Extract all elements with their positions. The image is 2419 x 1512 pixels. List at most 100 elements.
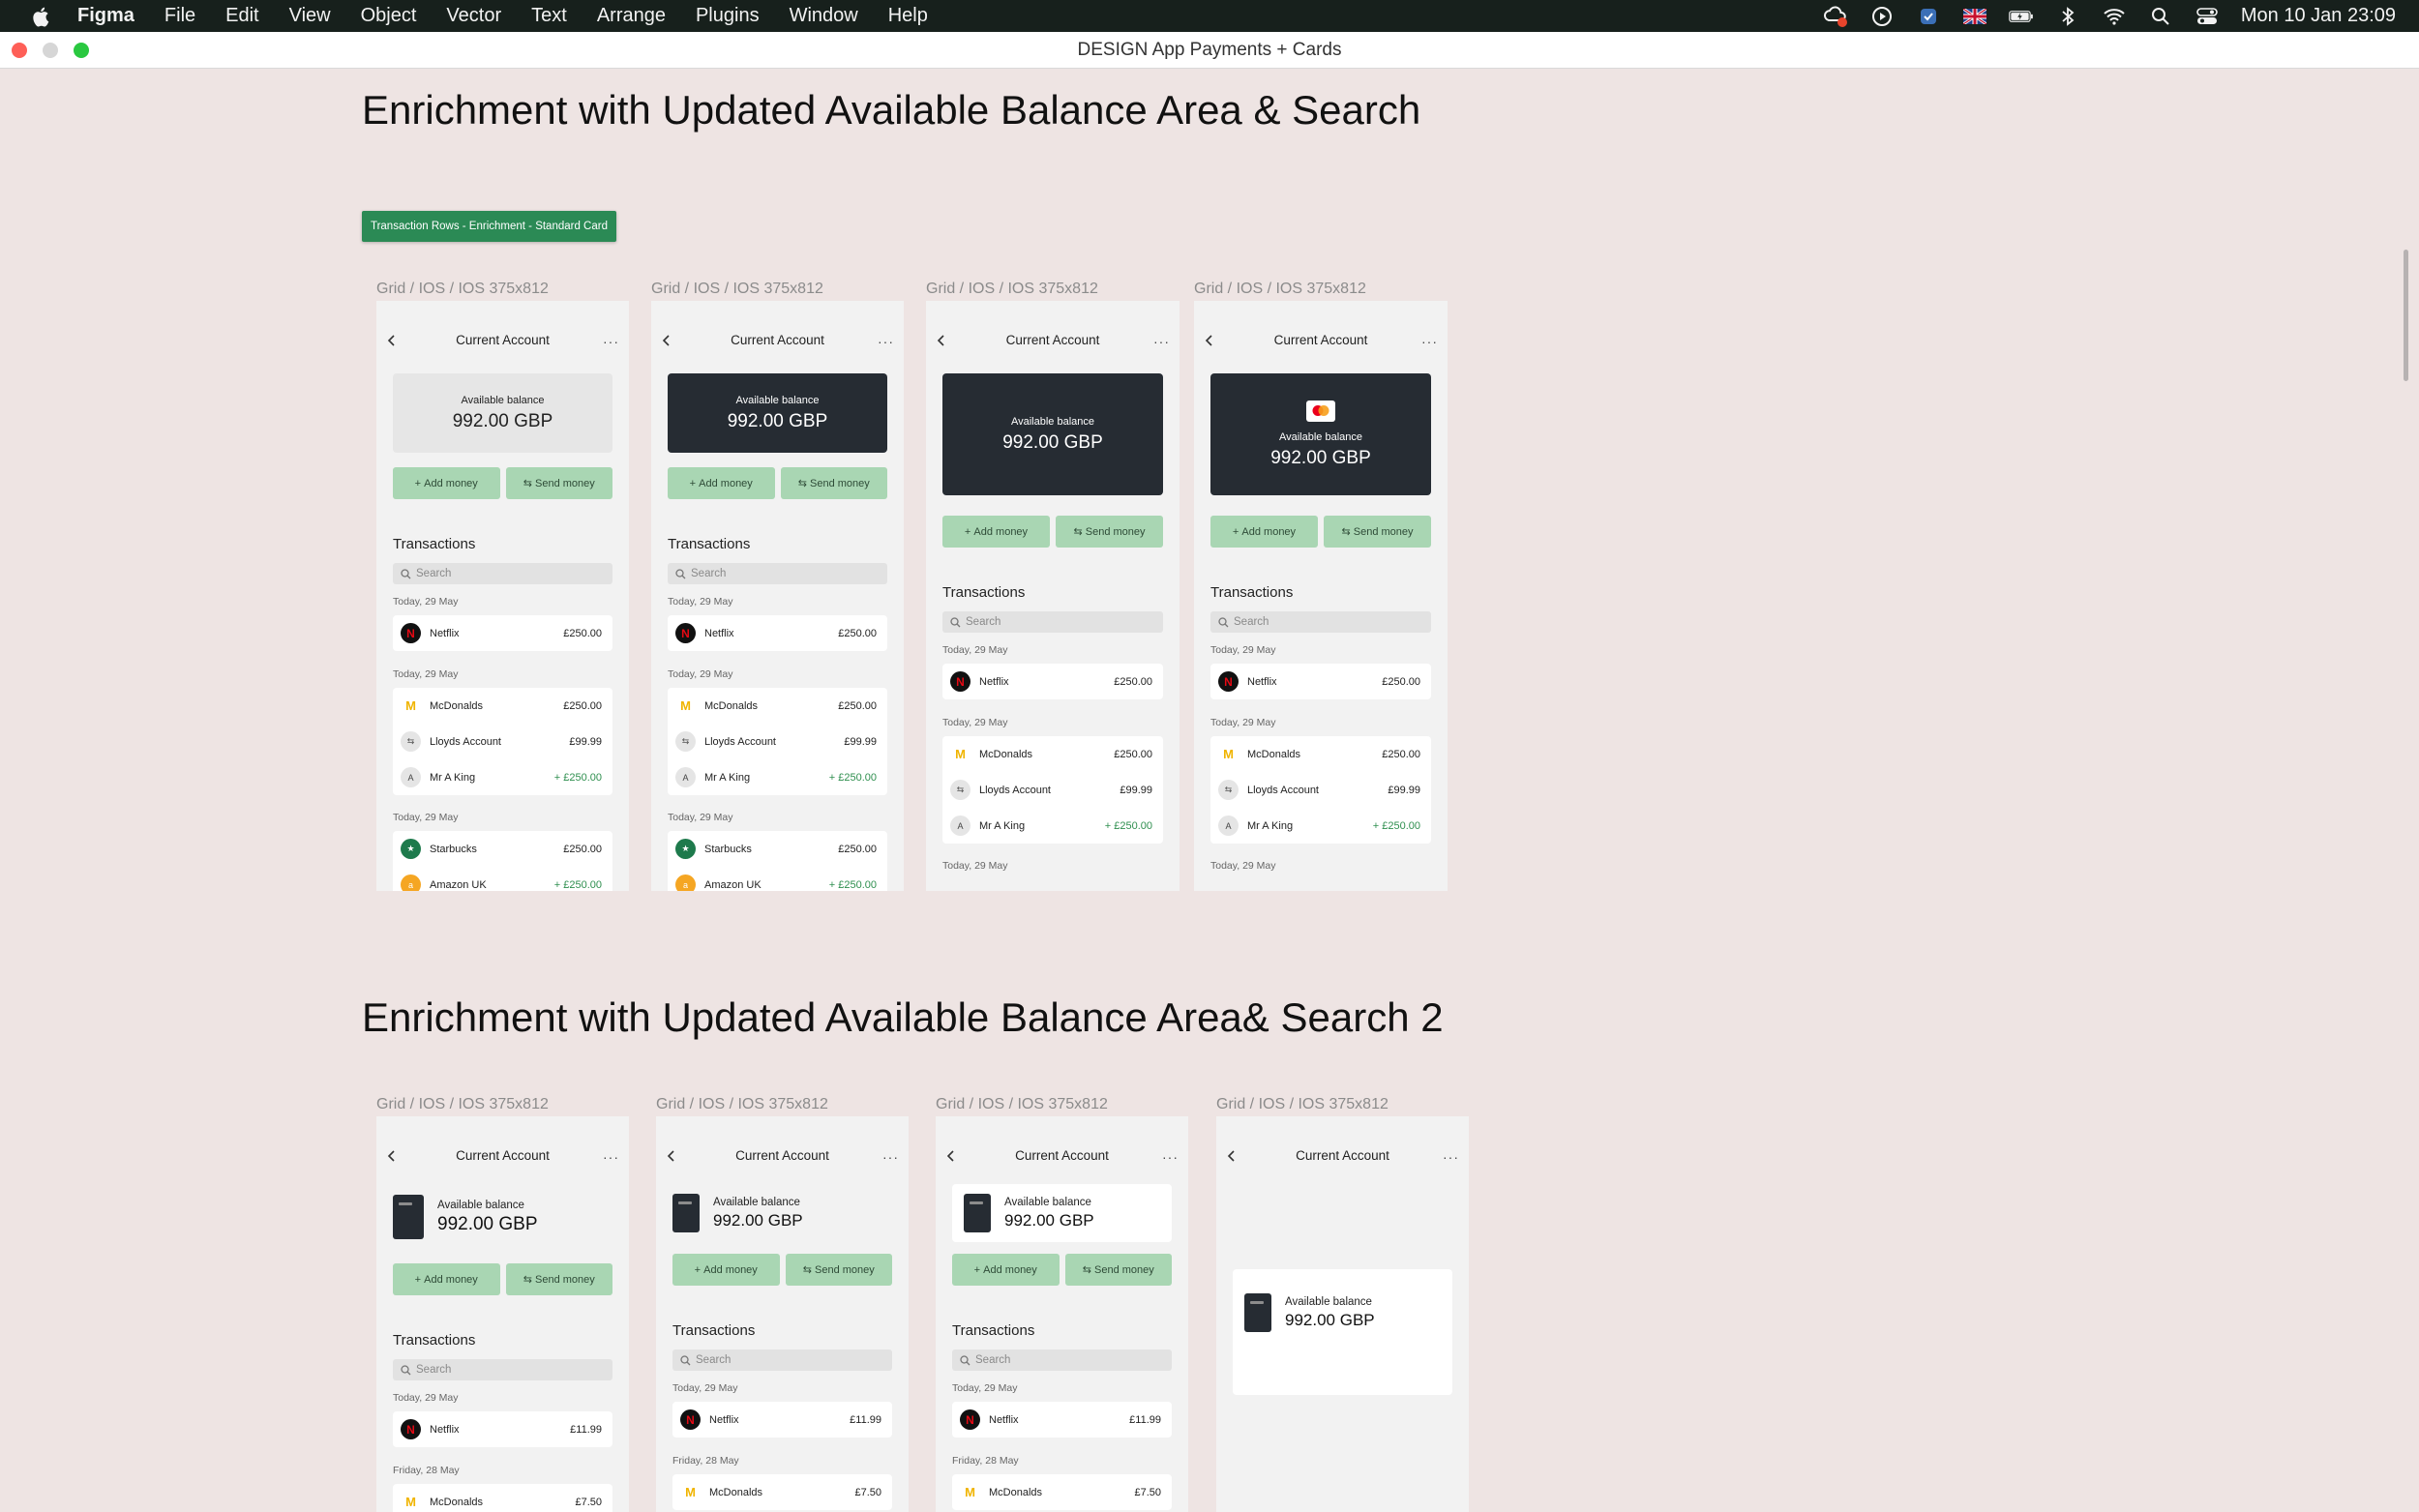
more-options-icon[interactable]: ··· <box>1153 334 1170 349</box>
search-input[interactable]: Search <box>393 563 612 584</box>
transaction-row[interactable]: N Netflix £250.00 <box>1210 664 1431 699</box>
menu-edit[interactable]: Edit <box>225 5 258 27</box>
search-input[interactable]: Search <box>1210 611 1431 633</box>
send-money-button[interactable]: ⇆ Send money <box>780 467 887 499</box>
transaction-row[interactable]: ⇆ Lloyds Account £99.99 <box>942 772 1163 808</box>
transaction-row[interactable]: M McDonalds £250.00 <box>942 736 1163 772</box>
battery-icon[interactable] <box>2009 6 2034 27</box>
search-input[interactable]: Search <box>668 563 887 584</box>
more-options-icon[interactable]: ··· <box>878 334 894 349</box>
transaction-row[interactable]: A Mr A King + £250.00 <box>942 808 1163 844</box>
transaction-row[interactable]: N Netflix £250.00 <box>668 615 887 651</box>
add-money-button[interactable]: + Add money <box>668 467 775 499</box>
wifi-icon[interactable] <box>2102 6 2127 27</box>
menu-view[interactable]: View <box>289 5 331 27</box>
menu-vector[interactable]: Vector <box>446 5 501 27</box>
transaction-row[interactable]: ★ Starbucks £250.00 <box>393 831 612 867</box>
transaction-row[interactable]: ⇆ Lloyds Account £99.99 <box>1210 772 1431 808</box>
more-options-icon[interactable]: ··· <box>1162 1149 1179 1165</box>
vertical-scrollbar[interactable] <box>2404 250 2408 381</box>
section-heading[interactable]: Enrichment with Updated Available Balanc… <box>362 994 1444 1041</box>
transaction-row[interactable]: N Netflix £11.99 <box>672 1402 892 1438</box>
frame-label[interactable]: Grid / IOS / IOS 375x812 <box>926 281 1098 298</box>
transaction-row[interactable]: ⇆ Lloyds Account £99.99 <box>393 724 612 759</box>
component-tag[interactable]: Transaction Rows - Enrichment - Standard… <box>362 211 616 242</box>
search-input[interactable]: Search <box>952 1349 1172 1371</box>
frame-label[interactable]: Grid / IOS / IOS 375x812 <box>376 281 549 298</box>
apple-logo-icon[interactable] <box>27 2 56 31</box>
phone-frame[interactable]: Current Account ··· Available balance 99… <box>376 301 629 891</box>
menu-text[interactable]: Text <box>531 5 567 27</box>
frame-label[interactable]: Grid / IOS / IOS 375x812 <box>376 1096 549 1113</box>
vpn-shield-icon[interactable] <box>1916 6 1941 27</box>
spotlight-search-icon[interactable] <box>2148 6 2173 27</box>
frame-label[interactable]: Grid / IOS / IOS 375x812 <box>936 1096 1108 1113</box>
search-input[interactable]: Search <box>393 1359 612 1380</box>
transaction-row[interactable]: N Netflix £11.99 <box>952 1402 1172 1438</box>
send-money-button[interactable]: ⇆ Send money <box>505 467 612 499</box>
transaction-row[interactable]: ⇆ Lloyds Account £99.99 <box>668 724 887 759</box>
search-input[interactable]: Search <box>672 1349 892 1371</box>
zoom-window-button[interactable] <box>74 43 89 58</box>
search-input[interactable]: Search <box>942 611 1163 633</box>
play-icon[interactable] <box>1869 6 1895 27</box>
transaction-row[interactable]: ★ Starbucks £250.00 <box>668 831 887 867</box>
more-options-icon[interactable]: ··· <box>1421 334 1438 349</box>
transaction-row[interactable]: A Mr A King + £250.00 <box>1210 808 1431 844</box>
menu-clock[interactable]: Mon 10 Jan 23:09 <box>2241 5 2396 27</box>
phone-frame[interactable]: Current Account ··· Available balance 99… <box>656 1116 909 1512</box>
phone-frame[interactable]: Current Account ··· Available balance 99… <box>1216 1116 1469 1512</box>
menu-object[interactable]: Object <box>361 5 417 27</box>
more-options-icon[interactable]: ··· <box>1443 1149 1459 1165</box>
more-options-icon[interactable]: ··· <box>882 1149 899 1165</box>
send-money-button[interactable]: ⇆ Send money <box>1324 516 1431 548</box>
minimize-window-button[interactable] <box>43 43 58 58</box>
bluetooth-icon[interactable] <box>2055 6 2080 27</box>
close-window-button[interactable] <box>12 43 27 58</box>
menu-file[interactable]: File <box>164 5 195 27</box>
menu-app-figma[interactable]: Figma <box>77 5 134 27</box>
control-center-icon[interactable] <box>2195 6 2220 27</box>
add-money-button[interactable]: + Add money <box>952 1254 1060 1286</box>
more-options-icon[interactable]: ··· <box>603 334 619 349</box>
send-money-button[interactable]: ⇆ Send money <box>1056 516 1163 548</box>
transaction-row[interactable]: a Amazon UK + £250.00 <box>393 867 612 891</box>
frame-label[interactable]: Grid / IOS / IOS 375x812 <box>1194 281 1366 298</box>
add-money-button[interactable]: + Add money <box>393 1263 500 1295</box>
send-money-button[interactable]: ⇆ Send money <box>1064 1254 1172 1286</box>
figma-canvas[interactable]: Enrichment with Updated Available Balanc… <box>0 70 2419 1512</box>
phone-frame[interactable]: Current Account ··· Available balance 99… <box>376 1116 629 1512</box>
transaction-row[interactable]: A Mr A King + £250.00 <box>668 759 887 795</box>
transaction-row[interactable]: N Netflix £250.00 <box>942 664 1163 699</box>
transaction-row[interactable]: M McDonalds £7.50 <box>952 1474 1172 1510</box>
transaction-row[interactable]: M McDonalds £250.00 <box>393 688 612 724</box>
frame-label[interactable]: Grid / IOS / IOS 375x812 <box>1216 1096 1389 1113</box>
menu-help[interactable]: Help <box>888 5 928 27</box>
transaction-row[interactable]: M McDonalds £7.50 <box>672 1474 892 1510</box>
transaction-row[interactable]: N Netflix £250.00 <box>393 615 612 651</box>
add-money-button[interactable]: + Add money <box>1210 516 1318 548</box>
send-money-button[interactable]: ⇆ Send money <box>785 1254 892 1286</box>
menu-plugins[interactable]: Plugins <box>696 5 760 27</box>
menu-arrange[interactable]: Arrange <box>597 5 666 27</box>
frame-label[interactable]: Grid / IOS / IOS 375x812 <box>651 281 823 298</box>
transaction-row[interactable]: N Netflix £11.99 <box>393 1411 612 1447</box>
uk-flag-icon[interactable] <box>1962 6 1987 27</box>
phone-frame[interactable]: Current Account ··· Available balance 99… <box>1194 301 1448 891</box>
add-money-button[interactable]: + Add money <box>672 1254 780 1286</box>
section-heading[interactable]: Enrichment with Updated Available Balanc… <box>362 87 1420 133</box>
transaction-row[interactable]: a Amazon UK + £250.00 <box>668 867 887 891</box>
add-money-button[interactable]: + Add money <box>393 467 500 499</box>
transaction-row[interactable]: M McDonalds £7.50 <box>393 1484 612 1512</box>
phone-frame[interactable]: Current Account ··· Available balance 99… <box>936 1116 1188 1512</box>
menu-window[interactable]: Window <box>790 5 858 27</box>
send-money-button[interactable]: ⇆ Send money <box>505 1263 612 1295</box>
creative-cloud-icon[interactable] <box>1823 6 1848 27</box>
transaction-row[interactable]: M McDonalds £250.00 <box>1210 736 1431 772</box>
more-options-icon[interactable]: ··· <box>603 1149 619 1165</box>
phone-frame[interactable]: Current Account ··· Available balance 99… <box>651 301 904 891</box>
add-money-button[interactable]: + Add money <box>942 516 1050 548</box>
transaction-row[interactable]: M McDonalds £250.00 <box>668 688 887 724</box>
transaction-row[interactable]: A Mr A King + £250.00 <box>393 759 612 795</box>
frame-label[interactable]: Grid / IOS / IOS 375x812 <box>656 1096 828 1113</box>
